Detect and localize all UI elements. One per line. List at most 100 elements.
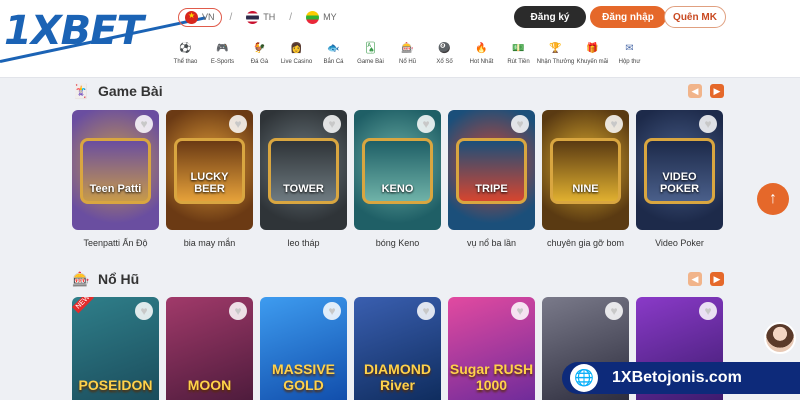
slot-card[interactable]: NEW POSEIDON ♥ (72, 297, 159, 400)
nav-label: Live Casino (280, 59, 313, 65)
favorite-heart-icon[interactable]: ♥ (229, 302, 247, 320)
dealer-icon: 👩 (290, 42, 303, 54)
game-label[interactable]: vụ nổ ba lần (448, 238, 535, 248)
favorite-heart-icon[interactable]: ♥ (417, 302, 435, 320)
carousel-next-button[interactable]: ▶ (710, 84, 724, 98)
section-header-game-bai: 🃏 Game Bài ◀ ▶ (72, 80, 724, 102)
lang-th[interactable]: TH (240, 9, 281, 26)
favorite-heart-icon[interactable]: ♥ (511, 302, 529, 320)
game-label[interactable]: leo tháp (260, 238, 347, 248)
favorite-heart-icon[interactable]: ♥ (605, 115, 623, 133)
slot-card[interactable]: MASSIVE GOLD ♥ (260, 297, 347, 400)
slot-card[interactable]: MOON ♥ (166, 297, 253, 400)
game-thumbnail[interactable]: LUCKY BEER ♥ (166, 110, 253, 230)
promo-banner: 🌐 1XBetojonis.com (562, 362, 800, 394)
favorite-heart-icon[interactable]: ♥ (605, 302, 623, 320)
nav-item[interactable]: 🎰 Nổ Hũ (389, 40, 426, 76)
nav-item[interactable]: 🏆 Nhận Thưởng (536, 40, 575, 76)
lang-vn[interactable]: VN (178, 7, 222, 27)
slot-thumbnail[interactable]: Sugar RUSH 1000 ♥ (448, 297, 535, 400)
nav-item[interactable]: 💵 Rút Tiền (500, 40, 537, 76)
slot-card[interactable]: DIAMOND River ♥ (354, 297, 441, 400)
slot-thumbnail[interactable]: MOON ♥ (166, 297, 253, 400)
cards-icon: 🂡 (365, 42, 376, 54)
game-bai-cards: Teen Patti ♥ Teenpatti Ấn Độ LUCKY BEER ♥ bia… (72, 110, 723, 248)
game-art-title: KENO (381, 183, 414, 195)
fire-icon: 🔥 (475, 42, 488, 54)
game-card[interactable]: VIDEO POKER ♥ Video Poker (636, 110, 723, 248)
slot-thumbnail[interactable]: MASSIVE GOLD ♥ (260, 297, 347, 400)
game-art-frame: KENO (362, 138, 433, 204)
game-card[interactable]: TRIPE ♥ vụ nổ ba lần (448, 110, 535, 248)
favorite-heart-icon[interactable]: ♥ (511, 115, 529, 133)
game-thumbnail[interactable]: TRIPE ♥ (448, 110, 535, 230)
nav-label: Hộp thư (618, 59, 641, 65)
slot-art-title: Sugar RUSH 1000 (449, 361, 534, 393)
favorite-heart-icon[interactable]: ♥ (229, 115, 247, 133)
game-card[interactable]: KENO ♥ bóng Keno (354, 110, 441, 248)
rooster-icon: 🐓 (253, 42, 266, 54)
support-avatar[interactable] (764, 322, 796, 354)
game-art-frame: TRIPE (456, 138, 527, 204)
favorite-heart-icon[interactable]: ♥ (323, 115, 341, 133)
slot-thumbnail[interactable]: DIAMOND River ♥ (354, 297, 441, 400)
section-title: Game Bài (98, 83, 163, 99)
slot-thumbnail[interactable]: NEW POSEIDON ♥ (72, 297, 159, 400)
lottery-ball-icon: 🎱 (438, 42, 451, 54)
game-label[interactable]: Teenpatti Ấn Độ (72, 238, 159, 248)
nav-item[interactable]: 🎮 E-Sports (204, 40, 241, 76)
slot-card[interactable]: Sugar RUSH 1000 ♥ (448, 297, 535, 400)
game-thumbnail[interactable]: VIDEO POKER ♥ (636, 110, 723, 230)
game-thumbnail[interactable]: KENO ♥ (354, 110, 441, 230)
nav-item[interactable]: 🎱 Xổ Số (426, 40, 463, 76)
nav-label: Nổ Hũ (398, 59, 416, 65)
slot-art-title: MASSIVE GOLD (271, 361, 335, 393)
nav-label: Game Bài (357, 59, 384, 65)
game-art-frame: Teen Patti (80, 138, 151, 204)
game-art-frame: NINE (550, 138, 621, 204)
game-card[interactable]: NINE ♥ chuyên gia gỡ bom (542, 110, 629, 248)
nav-item[interactable]: 👩 Live Casino (278, 40, 315, 76)
carousel-prev-button[interactable]: ◀ (688, 84, 702, 98)
game-thumbnail[interactable]: NINE ♥ (542, 110, 629, 230)
nav-label: Nhận Thưởng (536, 59, 575, 65)
game-card[interactable]: Teen Patti ♥ Teenpatti Ấn Độ (72, 110, 159, 248)
language-switcher: VN / TH / MY (178, 6, 343, 28)
gamepad-icon: 🎮 (216, 42, 229, 54)
favorite-heart-icon[interactable]: ♥ (699, 302, 717, 320)
game-label[interactable]: chuyên gia gỡ bom (542, 238, 629, 248)
game-art-title: TRIPE (475, 183, 508, 195)
forgot-password-button[interactable]: Quên MK (664, 6, 726, 28)
game-label[interactable]: Video Poker (636, 238, 723, 248)
nav-item[interactable]: 🔥 Hot Nhất (463, 40, 500, 76)
login-button[interactable]: Đăng nhập (590, 6, 666, 28)
lang-my[interactable]: MY (300, 9, 343, 26)
carousel-arrows: ◀ ▶ (688, 84, 724, 98)
new-badge: NEW (72, 297, 95, 314)
game-label[interactable]: bia may mắn (166, 238, 253, 248)
game-thumbnail[interactable]: TOWER ♥ (260, 110, 347, 230)
gift-icon: 🎁 (586, 42, 599, 54)
nav-item[interactable]: 🎁 Khuyến mãi (574, 40, 611, 76)
register-button[interactable]: Đăng ký (514, 6, 586, 28)
scroll-to-top-button[interactable]: ↑ (757, 183, 789, 215)
favorite-heart-icon[interactable]: ♥ (699, 115, 717, 133)
nav-label: Khuyến mãi (576, 59, 609, 65)
favorite-heart-icon[interactable]: ♥ (135, 302, 153, 320)
nav-item[interactable]: ✉ Hộp thư (611, 40, 648, 76)
game-card[interactable]: LUCKY BEER ♥ bia may mắn (166, 110, 253, 248)
nav-item[interactable]: 🐟 Bắn Cá (315, 40, 352, 76)
nav-item[interactable]: 🂡 Game Bài (352, 40, 389, 76)
carousel-next-button[interactable]: ▶ (710, 272, 724, 286)
nav-item[interactable]: 🐓 Đá Gà (241, 40, 278, 76)
game-card[interactable]: TOWER ♥ leo tháp (260, 110, 347, 248)
game-thumbnail[interactable]: Teen Patti ♥ (72, 110, 159, 230)
favorite-heart-icon[interactable]: ♥ (323, 302, 341, 320)
nav-label: Rút Tiền (507, 59, 530, 65)
vietnam-flag-icon (185, 10, 198, 24)
game-art-title: TOWER (283, 183, 324, 195)
favorite-heart-icon[interactable]: ♥ (135, 115, 153, 133)
carousel-prev-button[interactable]: ◀ (688, 272, 702, 286)
game-label[interactable]: bóng Keno (354, 238, 441, 248)
favorite-heart-icon[interactable]: ♥ (417, 115, 435, 133)
